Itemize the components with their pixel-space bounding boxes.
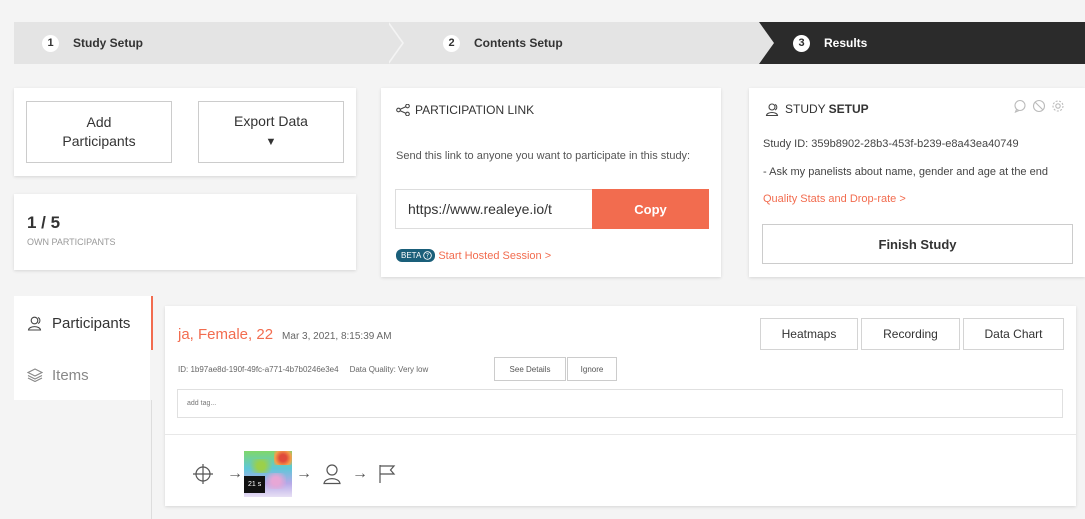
sidebar-item-label: Participants	[52, 314, 131, 332]
beta-badge-label: BETA	[401, 251, 422, 260]
quality-stats-link[interactable]: Quality Stats and Drop-rate >	[763, 193, 906, 205]
arrow-right-icon: →	[227, 465, 243, 482]
help-icon: ?	[423, 251, 433, 260]
see-details-button[interactable]: See Details	[494, 357, 566, 381]
step-number: 2	[443, 34, 460, 52]
participants-icon	[27, 316, 42, 331]
arrow-right-icon: →	[352, 465, 368, 482]
sidebar-item-label: Items	[52, 366, 89, 384]
step-number: 3	[793, 34, 810, 52]
data-chart-button[interactable]: Data Chart	[963, 318, 1064, 350]
panel-divider	[165, 434, 1076, 435]
finish-study-button[interactable]: Finish Study	[762, 224, 1073, 264]
participant-timestamp: Mar 3, 2021, 8:15:39 AM	[282, 331, 392, 342]
participants-icon	[765, 102, 779, 116]
chat-icon[interactable]	[1013, 99, 1027, 113]
user-icon	[323, 464, 341, 485]
heatmaps-button[interactable]: Heatmaps	[760, 318, 858, 350]
participation-link-header: PARTICIPATION LINK	[396, 103, 534, 117]
thumbnail-duration: 21 s	[244, 476, 266, 493]
step-results[interactable]: 3 Results	[759, 22, 1085, 64]
step-separator	[759, 22, 774, 64]
participants-count-label: OWN PARTICIPANTS	[27, 237, 116, 247]
start-hosted-session-link[interactable]: Start Hosted Session >	[438, 250, 551, 262]
participation-link-card: PARTICIPATION LINK Send this link to any…	[381, 88, 721, 277]
study-setup-tools	[1013, 99, 1065, 113]
crosshair-icon	[193, 464, 213, 484]
hosted-session-row: BETA ? Start Hosted Session >	[396, 249, 551, 262]
participant-meta: ID: 1b97ae8d-190f-49fc-a771-4b7b0246e3e4…	[178, 357, 428, 381]
sidebar-divider	[151, 400, 152, 519]
participation-link-value: https://www.realeye.io/t	[408, 201, 552, 217]
heatmap-thumbnail[interactable]: 21 s	[244, 451, 292, 497]
export-data-button[interactable]: Export Data ▼	[198, 101, 344, 163]
tag-input-placeholder: add tag...	[187, 400, 217, 407]
study-note: - Ask my panelists about name, gender an…	[763, 166, 1048, 178]
step-separator	[387, 22, 402, 64]
step-label: Contents Setup	[474, 36, 563, 50]
data-quality: Data Quality: Very low	[349, 364, 429, 374]
step-study-setup[interactable]: 1 Study Setup	[14, 22, 404, 64]
chevron-down-icon: ▼	[265, 136, 277, 148]
step-label: Results	[824, 36, 868, 50]
step-label: Study Setup	[73, 36, 144, 50]
export-data-label: Export Data	[234, 113, 308, 129]
study-setup-title-prefix: STUDY	[785, 102, 826, 116]
participation-link-input[interactable]: https://www.realeye.io/t	[395, 189, 592, 229]
participation-description: Send this link to anyone you want to par…	[396, 150, 691, 162]
own-participants-card: 1 / 5 OWN PARTICIPANTS	[14, 194, 356, 270]
sidebar-item-items[interactable]: Items	[14, 350, 150, 400]
heatmap-hotspot	[266, 473, 286, 489]
layers-icon	[27, 368, 43, 382]
recording-button[interactable]: Recording	[861, 318, 960, 350]
participant-header: ja, Female, 22 Mar 3, 2021, 8:15:39 AM	[178, 326, 392, 343]
block-icon[interactable]	[1032, 99, 1046, 113]
step-contents-setup[interactable]: 2 Contents Setup	[389, 22, 789, 64]
svg-text:?: ?	[426, 253, 429, 260]
study-setup-title-bold: SETUP	[828, 102, 869, 116]
participation-link-title: PARTICIPATION LINK	[415, 103, 535, 117]
participant-name[interactable]: ja, Female, 22	[178, 326, 273, 343]
actions-card: Add Participants Export Data ▼	[14, 88, 356, 176]
gear-icon[interactable]	[1051, 99, 1065, 113]
progress-stepper: 1 Study Setup 2 Contents Setup 3 Results	[14, 22, 1085, 64]
arrow-right-icon: →	[296, 465, 312, 482]
sidebar-item-participants[interactable]: Participants	[14, 296, 153, 350]
ignore-button[interactable]: Ignore	[567, 357, 617, 381]
share-icon	[396, 104, 410, 116]
session-flow: → 21 s → →	[193, 451, 396, 497]
heatmap-hotspot	[274, 451, 292, 465]
heatmap-hotspot	[250, 459, 272, 473]
participant-id: ID: 1b97ae8d-190f-49fc-a771-4b7b0246e3e4	[178, 364, 339, 374]
add-participants-button[interactable]: Add Participants	[26, 101, 172, 163]
study-setup-card: STUDY SETUP Study ID: 359b8902-28b3-453f…	[749, 88, 1085, 277]
flag-icon	[379, 465, 396, 483]
study-setup-header: STUDY SETUP	[765, 102, 869, 116]
study-id: Study ID: 359b8902-28b3-453f-b239-e8a43e…	[763, 138, 1019, 150]
beta-badge: BETA ?	[396, 249, 436, 262]
copy-button[interactable]: Copy	[592, 189, 709, 229]
participants-count: 1 / 5	[27, 213, 61, 232]
tag-input[interactable]: add tag...	[177, 389, 1063, 418]
step-number: 1	[42, 34, 59, 52]
results-sidebar: Participants Items	[14, 296, 153, 519]
add-participants-label: Add Participants	[62, 114, 136, 149]
